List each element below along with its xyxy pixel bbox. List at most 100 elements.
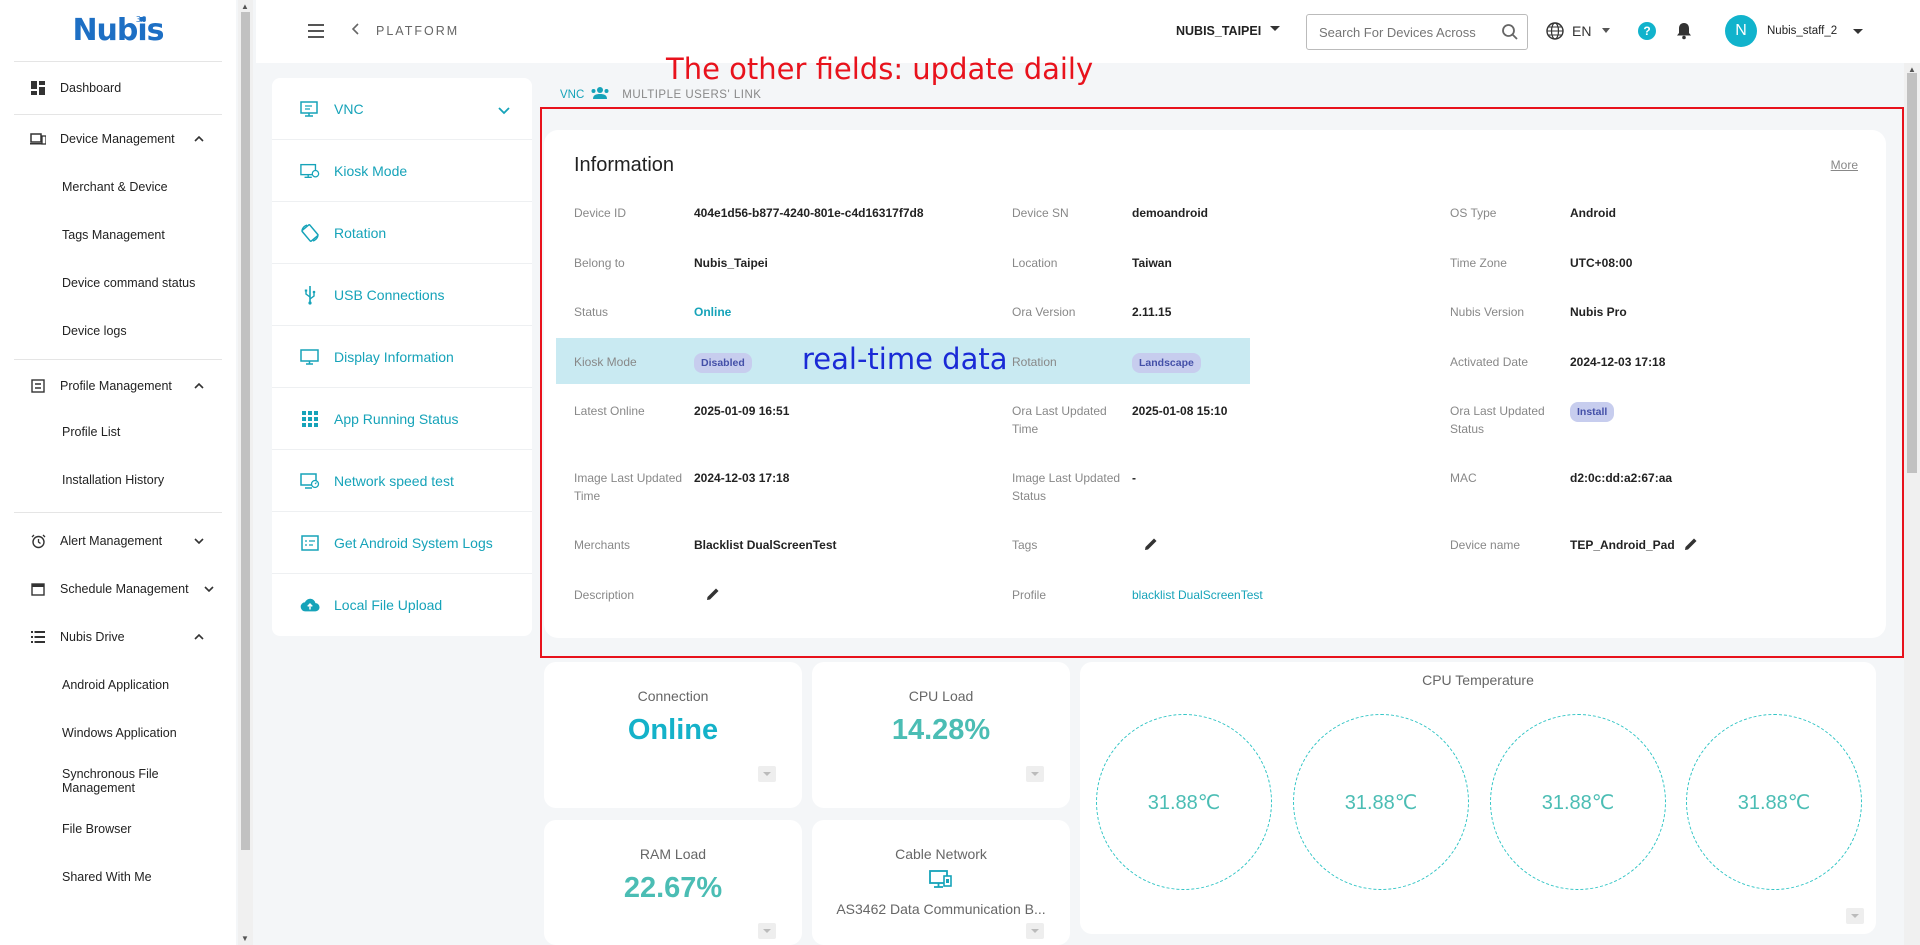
temperature-dial: 31.88℃ (1490, 714, 1666, 890)
ram-load-label: RAM Load (639, 846, 707, 862)
expand-toggle-icon[interactable] (758, 766, 776, 782)
hamburger-menu-icon[interactable] (308, 24, 324, 38)
sidebar-item-windows-application[interactable]: Windows Application (14, 709, 222, 757)
feature-label: Rotation (334, 224, 387, 241)
scroll-down-arrow-icon[interactable]: ▼ (241, 934, 249, 943)
sidebar-item-file-browser[interactable]: File Browser (14, 805, 222, 853)
chevron-down-icon (204, 583, 214, 595)
brand-version: 3.0 (135, 15, 147, 24)
sidebar-item-schedule-management[interactable]: Schedule Management (14, 565, 222, 613)
feature-label: USB Connections (334, 286, 445, 303)
chevron-up-icon (194, 133, 204, 145)
cloud-upload-icon (300, 595, 320, 615)
sidebar-scrollbar-thumb[interactable] (241, 12, 250, 850)
feature-label: VNC (334, 100, 364, 117)
nav-group-other: Alert Management Schedule Management Nub… (14, 513, 222, 905)
annotation-update-daily: The other fields: update daily (666, 52, 1094, 86)
cpu-temperature-card: CPU Temperature 31.88℃ 31.88℃ 31.88℃ 31.… (1080, 662, 1876, 934)
network-monitor-icon (812, 868, 1070, 897)
main-scrollbar[interactable]: ▲ (1904, 63, 1920, 945)
breadcrumb[interactable]: PLATFORM (376, 24, 459, 38)
expand-toggle-icon[interactable] (758, 923, 776, 939)
alarm-clock-icon (30, 533, 46, 549)
tab-multiple-users-link[interactable]: MULTIPLE USERS' LINK (622, 89, 761, 101)
user-name[interactable]: Nubis_staff_2 (1767, 25, 1837, 37)
feature-panel: VNC Kiosk Mode Rotation USB Connections … (272, 78, 532, 636)
expand-toggle-icon[interactable] (1026, 766, 1044, 782)
language-selector[interactable]: EN (1572, 23, 1591, 39)
feature-local-file-upload[interactable]: Local File Upload (272, 574, 532, 636)
help-icon[interactable]: ? (1638, 22, 1656, 40)
sidebar-item-nubis-drive[interactable]: Nubis Drive (14, 613, 222, 661)
sidebar-item-label: Nubis Drive (60, 630, 125, 644)
sidebar-item-dashboard[interactable]: Dashboard (14, 70, 222, 106)
expand-toggle-icon[interactable] (1846, 908, 1864, 924)
sidebar-item-label: Schedule Management (60, 582, 189, 596)
connection-card: Connection Online (544, 662, 802, 808)
vnc-tabs: VNC MULTIPLE USERS' LINK (560, 86, 761, 103)
kiosk-icon (300, 161, 320, 181)
expand-toggle-icon[interactable] (1026, 923, 1044, 939)
feature-rotation[interactable]: Rotation (272, 202, 532, 264)
feature-network-speed-test[interactable]: Network speed test (272, 450, 532, 512)
caret-down-icon[interactable] (1602, 28, 1610, 33)
feature-kiosk-mode[interactable]: Kiosk Mode (272, 140, 532, 202)
feature-display-information[interactable]: Display Information (272, 326, 532, 388)
tab-vnc[interactable]: VNC (560, 89, 584, 101)
chevron-up-icon (194, 380, 204, 392)
ram-load-value: 22.67% (623, 872, 723, 904)
search-box (1306, 14, 1528, 50)
rotation-icon (300, 223, 320, 243)
sidebar-item-profile-management[interactable]: Profile Management (14, 364, 222, 408)
sidebar-item-label: Alert Management (60, 534, 163, 548)
multiple-users-icon[interactable] (590, 86, 610, 103)
sidebar-item-android-application[interactable]: Android Application (14, 661, 222, 709)
sidebar-item-alert-management[interactable]: Alert Management (14, 517, 222, 565)
connection-label: Connection (637, 688, 709, 704)
sidebar-scrollbar[interactable]: ▲ ▼ (238, 0, 253, 945)
devices-icon (30, 131, 46, 147)
brand-name: Nubis (72, 13, 164, 48)
sidebar-item-device-command-status[interactable]: Device command status (14, 259, 222, 307)
ram-load-card: RAM Load 22.67% (544, 820, 802, 945)
sidebar-item-label: Dashboard (60, 81, 122, 95)
bell-icon[interactable] (1676, 22, 1692, 45)
feature-vnc[interactable]: VNC (272, 78, 532, 140)
sidebar-item-label: Profile Management (60, 379, 172, 393)
monitor-icon (300, 347, 320, 367)
feature-get-android-system-logs[interactable]: Get Android System Logs (272, 512, 532, 574)
nav-group-device-management: Device Management Merchant & Device Tags… (14, 115, 222, 360)
nav-group-dashboard: Dashboard (14, 62, 222, 115)
sidebar-item-installation-history[interactable]: Installation History (14, 456, 222, 504)
org-selector[interactable]: NUBIS_TAIPEI (1176, 24, 1261, 38)
feature-app-running-status[interactable]: App Running Status (272, 388, 532, 450)
connection-value: Online (627, 714, 719, 746)
scroll-up-arrow-icon[interactable]: ▲ (241, 2, 249, 11)
avatar[interactable]: N (1725, 15, 1757, 47)
caret-down-icon[interactable] (1853, 29, 1863, 34)
sidebar-item-synchronous-file-management[interactable]: Synchronous File Management (14, 757, 222, 805)
dashboard-icon (30, 80, 46, 96)
globe-icon[interactable] (1546, 22, 1564, 45)
feature-usb-connections[interactable]: USB Connections (272, 264, 532, 326)
sidebar-item-device-logs[interactable]: Device logs (14, 307, 222, 355)
cable-network-value: AS3462 Data Communication B... (836, 901, 1046, 917)
list-icon (30, 629, 46, 645)
chevron-left-icon[interactable] (351, 22, 360, 38)
sidebar-item-profile-list[interactable]: Profile List (14, 408, 222, 456)
search-input[interactable] (1307, 15, 1487, 49)
main-scrollbar-thumb[interactable] (1907, 73, 1917, 473)
caret-down-icon[interactable] (1270, 26, 1280, 31)
cpu-load-card: CPU Load 14.28% (812, 662, 1070, 808)
sidebar-item-device-management[interactable]: Device Management (14, 115, 222, 163)
apps-grid-icon (300, 409, 320, 429)
chevron-down-icon[interactable] (498, 102, 510, 118)
sidebar-item-merchant-device[interactable]: Merchant & Device (14, 163, 222, 211)
sidebar-item-tags-management[interactable]: Tags Management (14, 211, 222, 259)
cpu-load-label: CPU Load (908, 688, 974, 704)
cable-network-label: Cable Network (895, 846, 987, 862)
logo[interactable]: Nubis 3.0 (14, 0, 222, 62)
sidebar-item-shared-with-me[interactable]: Shared With Me (14, 853, 222, 901)
search-icon[interactable] (1501, 23, 1519, 46)
temperature-dial: 31.88℃ (1096, 714, 1272, 890)
